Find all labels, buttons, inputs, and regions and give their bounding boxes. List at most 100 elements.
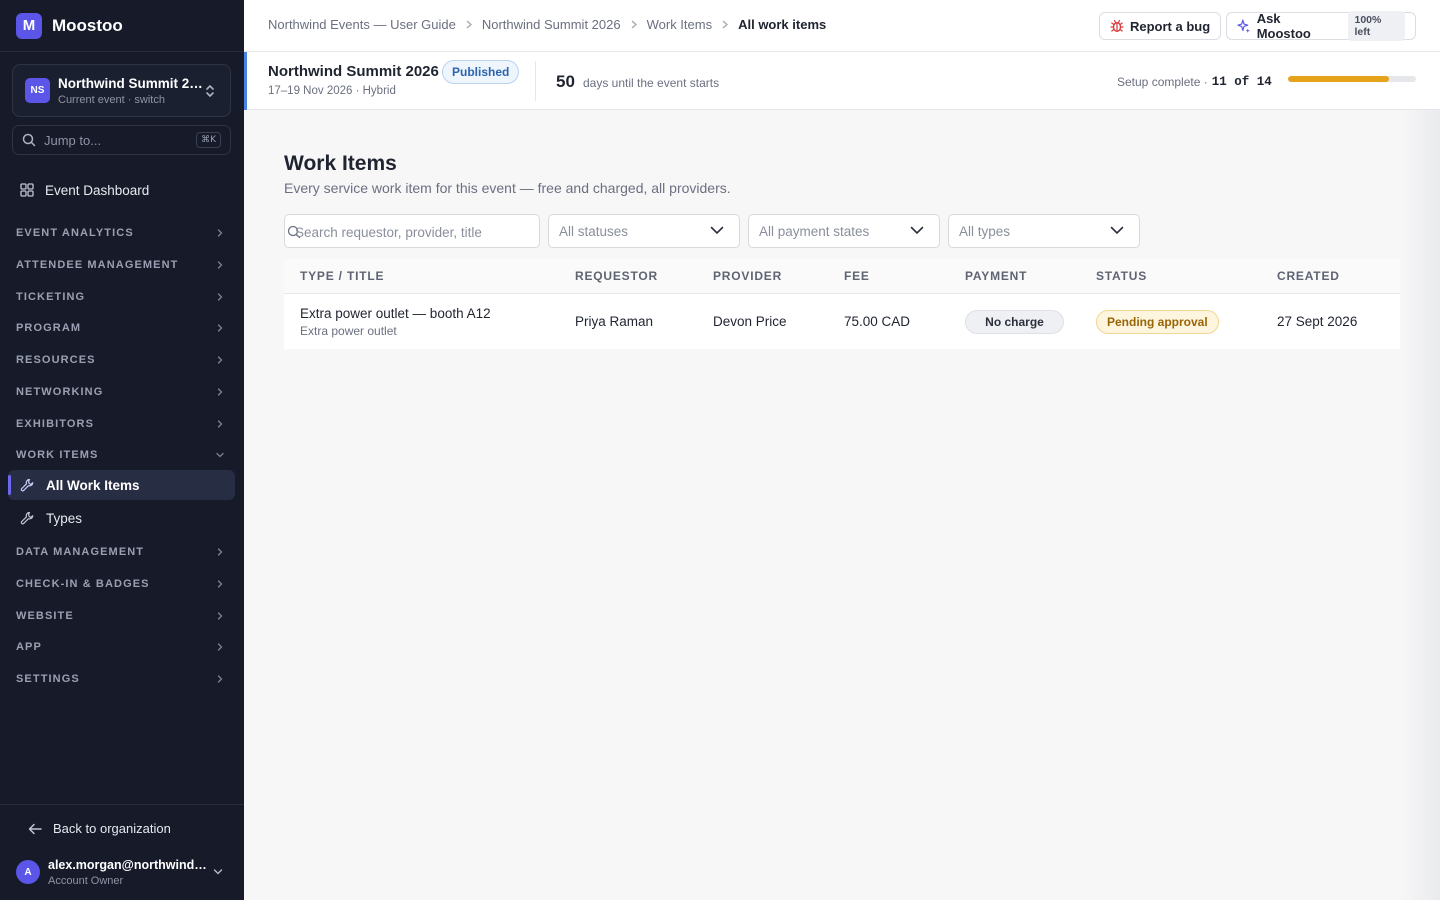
top-bar: Northwind Events — User Guide Northwind … bbox=[244, 0, 1440, 52]
back-to-organization-link[interactable]: Back to organization bbox=[28, 821, 171, 836]
sidebar-item-types[interactable]: Types bbox=[8, 503, 235, 533]
sidebar-section-app[interactable]: APP bbox=[0, 633, 244, 661]
sidebar-section-work-items[interactable]: WORK ITEMS bbox=[0, 441, 244, 469]
sidebar-item-all-work-items[interactable]: All Work Items bbox=[8, 470, 235, 500]
payment-badge: No charge bbox=[965, 310, 1064, 334]
chevron-right-icon bbox=[217, 293, 223, 301]
sidebar-item-event-dashboard[interactable]: Event Dashboard bbox=[12, 176, 234, 204]
sidebar-item-label: Event Dashboard bbox=[45, 182, 150, 198]
column-header[interactable]: PAYMENT bbox=[965, 269, 1027, 283]
breadcrumb-item[interactable]: Work Items bbox=[647, 17, 713, 32]
sidebar-section-label: EXHIBITORS bbox=[16, 418, 95, 430]
days-count: 50 bbox=[556, 72, 575, 91]
brand-name: Moostoo bbox=[52, 15, 123, 35]
event-switcher[interactable]: NS Northwind Summit 2026 Current event ·… bbox=[12, 64, 231, 117]
table-row[interactable]: Extra power outlet — booth A12 Extra pow… bbox=[284, 294, 1400, 349]
divider bbox=[535, 61, 536, 101]
column-header[interactable]: FEE bbox=[844, 269, 870, 283]
sidebar-section-website[interactable]: WEBSITE bbox=[0, 602, 244, 630]
chevron-right-icon bbox=[217, 675, 223, 683]
sidebar-section-check-in-badges[interactable]: CHECK-IN & BADGES bbox=[0, 570, 244, 598]
sidebar-section-ticketing[interactable]: TICKETING bbox=[0, 283, 244, 311]
page-subtitle: Every service work item for this event —… bbox=[284, 180, 731, 196]
column-header[interactable]: PROVIDER bbox=[713, 269, 782, 283]
sidebar-section-event-analytics[interactable]: EVENT ANALYTICS bbox=[0, 219, 244, 247]
status-filter-select[interactable]: All statuses bbox=[548, 214, 740, 248]
work-items-table: TYPE / TITLE REQUESTOR PROVIDER FEE PAYM… bbox=[284, 259, 1400, 349]
account-role: Account Owner bbox=[48, 874, 124, 887]
ask-moostoo-button[interactable]: Ask Moostoo 100% left bbox=[1226, 11, 1416, 41]
jump-placeholder: Jump to... bbox=[44, 132, 102, 148]
breadcrumb-item[interactable]: Northwind Summit 2026 bbox=[482, 17, 621, 32]
jump-to-input[interactable]: Jump to... ⌘K bbox=[12, 125, 231, 155]
sidebar-section-program[interactable]: PROGRAM bbox=[0, 314, 244, 342]
account-menu[interactable]: A alex.morgan@northwind.com Account Owne… bbox=[16, 855, 231, 889]
search-field[interactable] bbox=[284, 214, 540, 248]
sidebar-section-resources[interactable]: RESOURCES bbox=[0, 346, 244, 374]
sidebar-section-label: ATTENDEE MANAGEMENT bbox=[16, 259, 179, 271]
arrow-left-icon bbox=[28, 823, 42, 834]
back-label: Back to organization bbox=[53, 821, 171, 836]
report-bug-button[interactable]: Report a bug bbox=[1099, 12, 1222, 40]
sidebar-section-data-management[interactable]: DATA MANAGEMENT bbox=[0, 538, 244, 566]
column-header[interactable]: TYPE / TITLE bbox=[300, 269, 384, 283]
sidebar-section-label: RESOURCES bbox=[16, 354, 96, 366]
status-badge: Published bbox=[442, 60, 520, 84]
sidebar: M Moostoo NS Northwind Summit 2026 Curre… bbox=[0, 0, 244, 900]
chevron-right-icon bbox=[466, 20, 472, 29]
event-switcher-name: Northwind Summit 2026 bbox=[58, 75, 206, 91]
chevron-right-icon bbox=[217, 580, 223, 588]
shortcut-hint: ⌘K bbox=[196, 132, 221, 148]
breadcrumb: Northwind Events — User Guide Northwind … bbox=[268, 17, 826, 32]
chevron-right-icon bbox=[631, 20, 637, 29]
created-cell: 27 Sept 2026 bbox=[1277, 314, 1358, 329]
sidebar-section-label: WORK ITEMS bbox=[16, 449, 99, 461]
chevron-right-icon bbox=[217, 643, 223, 651]
fee-cell: 75.00 CAD bbox=[844, 314, 911, 329]
event-switcher-subtitle: Current event · switch bbox=[58, 93, 165, 106]
sidebar-footer: Back to organization A alex.morgan@north… bbox=[0, 804, 244, 900]
provider-cell: Devon Price bbox=[713, 314, 787, 329]
breadcrumb-current: All work items bbox=[738, 17, 827, 32]
grid-icon bbox=[20, 183, 34, 197]
event-summary-bar: Northwind Summit 2026 Published 17–19 No… bbox=[244, 52, 1440, 110]
sidebar-section-label: NETWORKING bbox=[16, 386, 104, 398]
work-item-title[interactable]: Extra power outlet — booth A12 bbox=[300, 306, 491, 321]
setup-value: 11 of 14 bbox=[1211, 75, 1272, 89]
sidebar-section-attendee-management[interactable]: ATTENDEE MANAGEMENT bbox=[0, 251, 244, 279]
search-input[interactable] bbox=[295, 221, 535, 243]
setup-progress-fill bbox=[1288, 76, 1389, 82]
breadcrumb-item[interactable]: Northwind Events — User Guide bbox=[268, 17, 456, 32]
column-header[interactable]: CREATED bbox=[1277, 269, 1340, 283]
type-filter-value: All types bbox=[959, 223, 1011, 239]
sidebar-section-networking[interactable]: NETWORKING bbox=[0, 378, 244, 406]
ask-moostoo-label: Ask Moostoo bbox=[1256, 11, 1311, 41]
sidebar-section-label: SETTINGS bbox=[16, 673, 80, 685]
chevron-right-icon bbox=[217, 261, 223, 269]
brand-logo: M bbox=[16, 12, 42, 39]
status-filter-value: All statuses bbox=[559, 223, 629, 239]
work-item-type: Extra power outlet bbox=[300, 324, 397, 338]
status-badge: Pending approval bbox=[1096, 310, 1219, 334]
sidebar-item-label: Types bbox=[46, 510, 83, 526]
sidebar-section-settings[interactable]: SETTINGS bbox=[0, 665, 244, 693]
requestor-cell: Priya Raman bbox=[575, 314, 654, 329]
column-header[interactable]: REQUESTOR bbox=[575, 269, 658, 283]
setup-progress-bar bbox=[1288, 76, 1416, 82]
event-title: Northwind Summit 2026 bbox=[268, 63, 439, 80]
column-header[interactable]: STATUS bbox=[1096, 269, 1147, 283]
chevron-right-icon bbox=[217, 324, 223, 332]
brand[interactable]: M Moostoo bbox=[0, 0, 244, 52]
payment-filter-select[interactable]: All payment states bbox=[748, 214, 940, 248]
sidebar-section-label: EVENT ANALYTICS bbox=[16, 227, 134, 239]
days-label: days until the event starts bbox=[583, 76, 720, 90]
wrench-icon bbox=[20, 478, 34, 491]
sidebar-section-exhibitors[interactable]: EXHIBITORS bbox=[0, 410, 244, 438]
page-title: Work Items bbox=[284, 152, 397, 175]
sidebar-section-label: CHECK-IN & BADGES bbox=[16, 578, 150, 590]
chevron-right-icon bbox=[217, 388, 223, 396]
event-dates: 17–19 Nov 2026 · Hybrid bbox=[268, 85, 396, 97]
type-filter-select[interactable]: All types bbox=[948, 214, 1140, 248]
chevron-right-icon bbox=[217, 356, 223, 364]
setup-progress-label: Setup complete · 11 of 14 bbox=[1117, 75, 1272, 89]
